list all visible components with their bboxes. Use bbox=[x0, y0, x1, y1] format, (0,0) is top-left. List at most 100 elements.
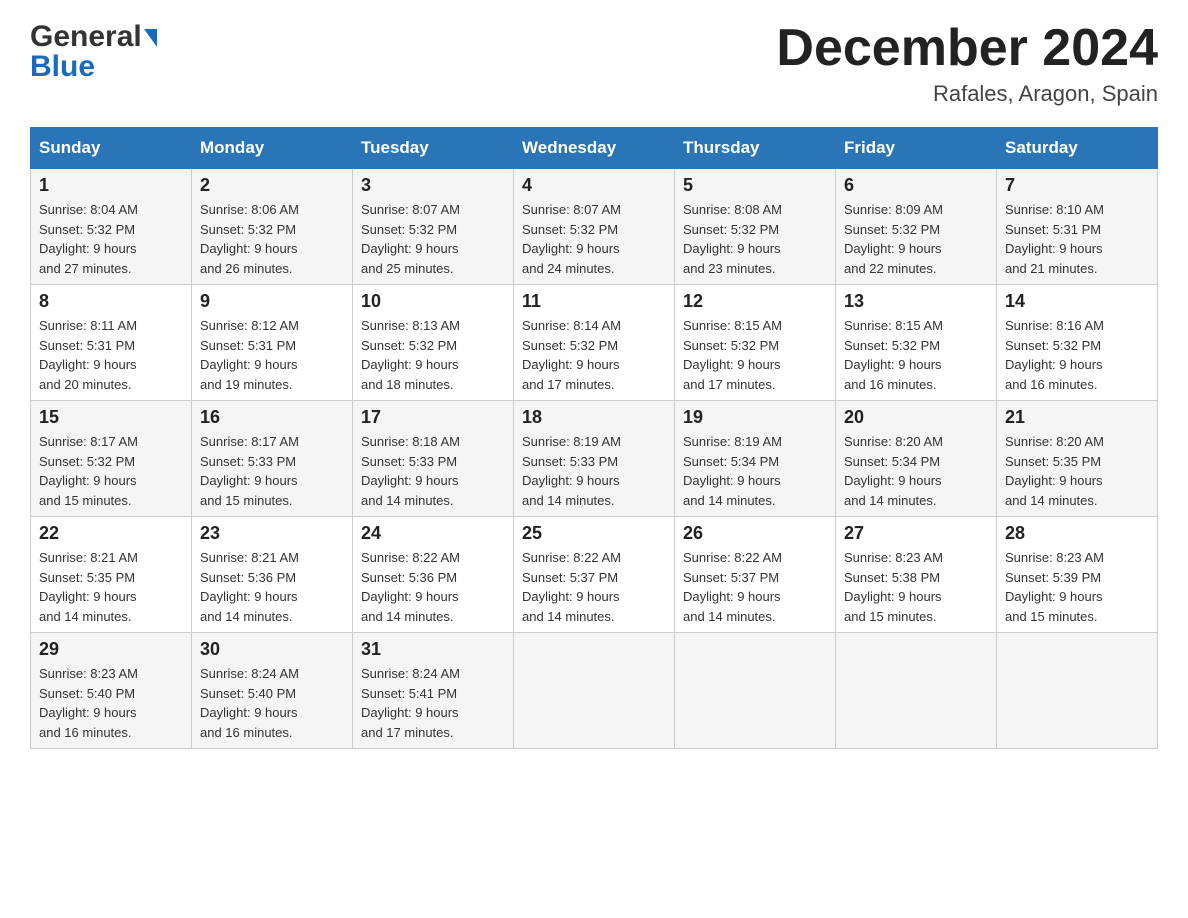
calendar-cell: 21 Sunrise: 8:20 AMSunset: 5:35 PMDayligh… bbox=[997, 401, 1158, 517]
day-number: 17 bbox=[361, 407, 505, 428]
calendar-cell: 1 Sunrise: 8:04 AMSunset: 5:32 PMDaylight… bbox=[31, 169, 192, 285]
calendar-cell: 30 Sunrise: 8:24 AMSunset: 5:40 PMDayligh… bbox=[192, 633, 353, 749]
calendar-cell: 5 Sunrise: 8:08 AMSunset: 5:32 PMDaylight… bbox=[675, 169, 836, 285]
day-info: Sunrise: 8:10 AMSunset: 5:31 PMDaylight:… bbox=[1005, 200, 1149, 278]
day-info: Sunrise: 8:20 AMSunset: 5:34 PMDaylight:… bbox=[844, 432, 988, 510]
calendar-cell: 7 Sunrise: 8:10 AMSunset: 5:31 PMDaylight… bbox=[997, 169, 1158, 285]
day-number: 1 bbox=[39, 175, 183, 196]
calendar-week-row: 15 Sunrise: 8:17 AMSunset: 5:32 PMDayligh… bbox=[31, 401, 1158, 517]
day-number: 15 bbox=[39, 407, 183, 428]
calendar-cell: 11 Sunrise: 8:14 AMSunset: 5:32 PMDayligh… bbox=[514, 285, 675, 401]
calendar-cell: 6 Sunrise: 8:09 AMSunset: 5:32 PMDaylight… bbox=[836, 169, 997, 285]
calendar-cell: 22Sunrise: 8:21 AMSunset: 5:35 PMDayligh… bbox=[31, 517, 192, 633]
title-section: December 2024 Rafales, Aragon, Spain bbox=[776, 20, 1158, 107]
day-info: Sunrise: 8:23 AMSunset: 5:38 PMDaylight:… bbox=[844, 548, 988, 626]
calendar-cell: 8Sunrise: 8:11 AMSunset: 5:31 PMDaylight… bbox=[31, 285, 192, 401]
day-info: Sunrise: 8:12 AMSunset: 5:31 PMDaylight:… bbox=[200, 316, 344, 394]
day-info: Sunrise: 8:20 AMSunset: 5:35 PMDaylight:… bbox=[1005, 432, 1149, 510]
day-number: 21 bbox=[1005, 407, 1149, 428]
day-number: 23 bbox=[200, 523, 344, 544]
day-info: Sunrise: 8:23 AMSunset: 5:40 PMDaylight:… bbox=[39, 664, 183, 742]
logo: General Blue bbox=[30, 20, 157, 84]
calendar-week-row: 1 Sunrise: 8:04 AMSunset: 5:32 PMDaylight… bbox=[31, 169, 1158, 285]
calendar-cell bbox=[675, 633, 836, 749]
day-number: 16 bbox=[200, 407, 344, 428]
day-info: Sunrise: 8:09 AMSunset: 5:32 PMDaylight:… bbox=[844, 200, 988, 278]
day-number: 26 bbox=[683, 523, 827, 544]
calendar-cell: 27 Sunrise: 8:23 AMSunset: 5:38 PMDayligh… bbox=[836, 517, 997, 633]
calendar-cell: 13Sunrise: 8:15 AMSunset: 5:32 PMDayligh… bbox=[836, 285, 997, 401]
month-title: December 2024 bbox=[776, 20, 1158, 77]
day-number: 9 bbox=[200, 291, 344, 312]
day-number: 4 bbox=[522, 175, 666, 196]
day-number: 29 bbox=[39, 639, 183, 660]
calendar-header-tuesday: Tuesday bbox=[353, 128, 514, 169]
day-info: Sunrise: 8:07 AMSunset: 5:32 PMDaylight:… bbox=[361, 200, 505, 278]
location-title: Rafales, Aragon, Spain bbox=[776, 81, 1158, 107]
calendar-cell bbox=[997, 633, 1158, 749]
day-number: 22 bbox=[39, 523, 183, 544]
logo-blue-text: Blue bbox=[30, 54, 95, 84]
calendar-cell: 17Sunrise: 8:18 AMSunset: 5:33 PMDayligh… bbox=[353, 401, 514, 517]
day-number: 31 bbox=[361, 639, 505, 660]
day-info: Sunrise: 8:13 AMSunset: 5:32 PMDaylight:… bbox=[361, 316, 505, 394]
calendar-header-row: SundayMondayTuesdayWednesdayThursdayFrid… bbox=[31, 128, 1158, 169]
calendar-header-thursday: Thursday bbox=[675, 128, 836, 169]
calendar-cell: 16 Sunrise: 8:17 AMSunset: 5:33 PMDayligh… bbox=[192, 401, 353, 517]
logo-row: General bbox=[30, 20, 157, 54]
calendar-cell: 23 Sunrise: 8:21 AMSunset: 5:36 PMDayligh… bbox=[192, 517, 353, 633]
day-number: 30 bbox=[200, 639, 344, 660]
day-number: 12 bbox=[683, 291, 827, 312]
calendar-cell: 9 Sunrise: 8:12 AMSunset: 5:31 PMDaylight… bbox=[192, 285, 353, 401]
day-number: 3 bbox=[361, 175, 505, 196]
day-number: 19 bbox=[683, 407, 827, 428]
logo-general-text: General bbox=[30, 20, 142, 54]
day-number: 8 bbox=[39, 291, 183, 312]
day-info: Sunrise: 8:17 AMSunset: 5:33 PMDaylight:… bbox=[200, 432, 344, 510]
day-number: 10 bbox=[361, 291, 505, 312]
day-info: Sunrise: 8:06 AMSunset: 5:32 PMDaylight:… bbox=[200, 200, 344, 278]
calendar-cell: 29 Sunrise: 8:23 AMSunset: 5:40 PMDayligh… bbox=[31, 633, 192, 749]
calendar-cell: 24Sunrise: 8:22 AMSunset: 5:36 PMDayligh… bbox=[353, 517, 514, 633]
calendar-cell: 19Sunrise: 8:19 AMSunset: 5:34 PMDayligh… bbox=[675, 401, 836, 517]
day-info: Sunrise: 8:22 AMSunset: 5:37 PMDaylight:… bbox=[683, 548, 827, 626]
day-number: 24 bbox=[361, 523, 505, 544]
day-info: Sunrise: 8:21 AMSunset: 5:36 PMDaylight:… bbox=[200, 548, 344, 626]
calendar-cell bbox=[836, 633, 997, 749]
day-number: 11 bbox=[522, 291, 666, 312]
calendar-cell: 28Sunrise: 8:23 AMSunset: 5:39 PMDayligh… bbox=[997, 517, 1158, 633]
calendar-cell: 26 Sunrise: 8:22 AMSunset: 5:37 PMDayligh… bbox=[675, 517, 836, 633]
day-number: 5 bbox=[683, 175, 827, 196]
calendar-header-friday: Friday bbox=[836, 128, 997, 169]
calendar-cell: 15 Sunrise: 8:17 AMSunset: 5:32 PMDayligh… bbox=[31, 401, 192, 517]
day-number: 27 bbox=[844, 523, 988, 544]
day-info: Sunrise: 8:14 AMSunset: 5:32 PMDaylight:… bbox=[522, 316, 666, 394]
day-info: Sunrise: 8:07 AMSunset: 5:32 PMDaylight:… bbox=[522, 200, 666, 278]
day-number: 28 bbox=[1005, 523, 1149, 544]
calendar-cell: 2Sunrise: 8:06 AMSunset: 5:32 PMDaylight… bbox=[192, 169, 353, 285]
calendar-table: SundayMondayTuesdayWednesdayThursdayFrid… bbox=[30, 127, 1158, 749]
calendar-header-wednesday: Wednesday bbox=[514, 128, 675, 169]
calendar-header-monday: Monday bbox=[192, 128, 353, 169]
day-info: Sunrise: 8:17 AMSunset: 5:32 PMDaylight:… bbox=[39, 432, 183, 510]
calendar-cell: 3 Sunrise: 8:07 AMSunset: 5:32 PMDaylight… bbox=[353, 169, 514, 285]
calendar-cell: 4 Sunrise: 8:07 AMSunset: 5:32 PMDaylight… bbox=[514, 169, 675, 285]
calendar-week-row: 22Sunrise: 8:21 AMSunset: 5:35 PMDayligh… bbox=[31, 517, 1158, 633]
day-info: Sunrise: 8:24 AMSunset: 5:41 PMDaylight:… bbox=[361, 664, 505, 742]
day-number: 7 bbox=[1005, 175, 1149, 196]
calendar-week-row: 29 Sunrise: 8:23 AMSunset: 5:40 PMDayligh… bbox=[31, 633, 1158, 749]
day-info: Sunrise: 8:04 AMSunset: 5:32 PMDaylight:… bbox=[39, 200, 183, 278]
calendar-cell: 18Sunrise: 8:19 AMSunset: 5:33 PMDayligh… bbox=[514, 401, 675, 517]
logo-triangle-icon bbox=[144, 29, 157, 47]
day-number: 14 bbox=[1005, 291, 1149, 312]
day-info: Sunrise: 8:15 AMSunset: 5:32 PMDaylight:… bbox=[683, 316, 827, 394]
day-number: 18 bbox=[522, 407, 666, 428]
calendar-cell: 20Sunrise: 8:20 AMSunset: 5:34 PMDayligh… bbox=[836, 401, 997, 517]
calendar-cell: 31 Sunrise: 8:24 AMSunset: 5:41 PMDayligh… bbox=[353, 633, 514, 749]
day-number: 6 bbox=[844, 175, 988, 196]
day-info: Sunrise: 8:08 AMSunset: 5:32 PMDaylight:… bbox=[683, 200, 827, 278]
calendar-header-saturday: Saturday bbox=[997, 128, 1158, 169]
day-info: Sunrise: 8:16 AMSunset: 5:32 PMDaylight:… bbox=[1005, 316, 1149, 394]
day-number: 13 bbox=[844, 291, 988, 312]
day-info: Sunrise: 8:24 AMSunset: 5:40 PMDaylight:… bbox=[200, 664, 344, 742]
